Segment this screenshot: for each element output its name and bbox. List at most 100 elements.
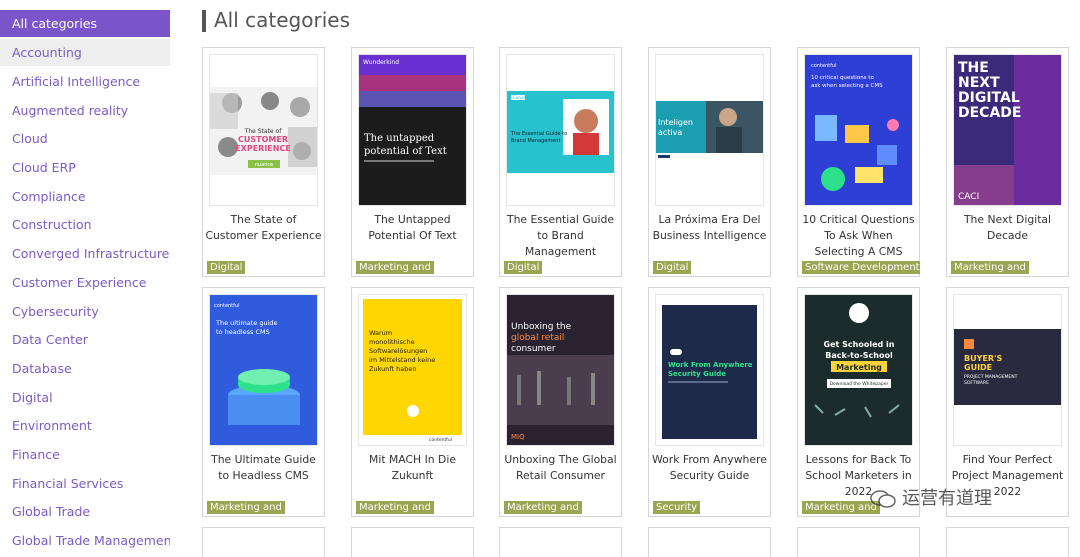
sidebar-item-global-trade[interactable]: Global Trade — [0, 498, 170, 525]
watermark-text: 运营有道理 — [902, 488, 992, 509]
sidebar-item-accounting[interactable]: Accounting — [0, 39, 170, 66]
sidebar-item-cybersecurity[interactable]: Cybersecurity — [0, 298, 170, 325]
resource-card[interactable]: Unboxing the global retail consumer MIQ … — [499, 287, 622, 517]
cover-line: NEXT — [958, 75, 1000, 91]
card-title[interactable]: Mit MACH In Die Zukunft — [354, 452, 471, 484]
category-tag[interactable]: Marketing and — [504, 501, 582, 514]
cover-line: Security Guide — [668, 370, 726, 378]
cover-line: Get Schooled in — [824, 340, 895, 349]
card-title[interactable]: The Next Digital Decade — [949, 212, 1066, 244]
cover-line: The ultimate guide — [215, 319, 278, 327]
cover-brand: nuance — [255, 162, 273, 168]
category-tag[interactable]: Digital — [207, 261, 246, 274]
cover-line: BUYER'S — [964, 354, 1002, 363]
cover-brand: CACI — [958, 192, 979, 202]
sidebar-item-artificial-intelligence[interactable]: Artificial Intelligence — [0, 68, 170, 95]
sidebar-item-environment[interactable]: Environment — [0, 412, 170, 439]
cover-image: contentful The ultimate guide to headles… — [209, 294, 318, 446]
cover-image: Warum monolithische Softwarelösungen im … — [358, 294, 467, 446]
category-tag[interactable]: Marketing and — [356, 261, 434, 274]
card-title[interactable]: The Essential Guide to Brand Management — [502, 212, 619, 260]
cover-image: The State of CUSTOMER EXPERIENCE nuance — [209, 54, 318, 206]
resource-card[interactable]: Inteligen activa La Próxima Era Del Busi… — [648, 47, 771, 277]
resource-card[interactable] — [946, 527, 1069, 557]
cover-brand: contentful — [811, 63, 836, 69]
category-tag[interactable]: Security — [653, 501, 701, 514]
sidebar-item-cloud-erp[interactable]: Cloud ERP — [0, 154, 170, 181]
wechat-icon — [870, 490, 896, 508]
cover-line: ask when selecting a CMS — [811, 83, 883, 89]
category-tag[interactable]: Marketing and — [802, 501, 880, 514]
cover-image: Wunderkind The untapped potential of Tex… — [358, 54, 467, 206]
cover-line: Inteligen — [658, 118, 693, 127]
resource-card[interactable]: Canva The Essential Guide to Brand Manag… — [499, 47, 622, 277]
cover-line: SOFTWARE — [964, 380, 989, 386]
sidebar-item-compliance[interactable]: Compliance — [0, 183, 170, 210]
category-tag[interactable]: Marketing and — [951, 261, 1029, 274]
sidebar-item-data-center[interactable]: Data Center — [0, 326, 170, 353]
resource-card[interactable]: contentful 10 critical questions to ask … — [797, 47, 920, 277]
cover-line: GUIDE — [964, 363, 992, 372]
card-title[interactable]: Work From Anywhere Security Guide — [651, 452, 768, 484]
category-tag[interactable]: Marketing and — [356, 501, 434, 514]
cover-line: consumer — [511, 344, 556, 354]
sidebar-item-finance[interactable]: Finance — [0, 441, 170, 468]
resource-card[interactable] — [797, 527, 920, 557]
cover-image: Unboxing the global retail consumer MIQ — [506, 294, 615, 446]
sidebar-item-cloud[interactable]: Cloud — [0, 125, 170, 152]
resource-card[interactable] — [499, 527, 622, 557]
sidebar-item-construction[interactable]: Construction — [0, 211, 170, 238]
watermark: 运营有道理 — [870, 484, 992, 510]
category-tag[interactable]: Marketing and — [207, 501, 285, 514]
resource-card[interactable]: The State of CUSTOMER EXPERIENCE nuance … — [202, 47, 325, 277]
cover-line: Warum — [369, 329, 392, 337]
sidebar-item-financial-services[interactable]: Financial Services — [0, 470, 170, 497]
resource-card[interactable]: contentful The ultimate guide to headles… — [202, 287, 325, 517]
resource-card[interactable]: Work From Anywhere Security Guide Work F… — [648, 287, 771, 517]
cover-brand: Wunderkind — [363, 59, 399, 66]
cover-line: Softwarelösungen — [369, 347, 427, 355]
card-title[interactable]: 10 Critical Questions To Ask When Select… — [800, 212, 917, 260]
resource-card[interactable]: Wunderkind The untapped potential of Tex… — [351, 47, 474, 277]
resource-card[interactable]: Get Schooled in Back-to-School Marketing… — [797, 287, 920, 517]
cover-line: CUSTOMER — [238, 135, 288, 144]
resource-card[interactable] — [648, 527, 771, 557]
cover-line: im Mittelstand keine — [369, 356, 435, 364]
resource-card[interactable]: THE NEXT DIGITAL DECADE CACI The Next Di… — [946, 47, 1069, 277]
cover-line: PROJECT MANAGEMENT — [964, 374, 1018, 380]
category-tag[interactable]: Software Development — [802, 261, 920, 274]
sidebar-item-digital[interactable]: Digital — [0, 384, 170, 411]
card-title[interactable]: La Próxima Era Del Business Intelligence — [651, 212, 768, 244]
cover-line: global retail — [511, 333, 564, 343]
cover-line: Work From Anywhere — [668, 361, 753, 369]
resource-card[interactable]: BUYER'S GUIDE PROJECT MANAGEMENT SOFTWAR… — [946, 287, 1069, 517]
cover-line: EXPERIENCE — [235, 144, 291, 153]
sidebar-item-augmented-reality[interactable]: Augmented reality — [0, 97, 170, 124]
cover-line: to headless CMS — [216, 328, 270, 336]
resource-card[interactable] — [351, 527, 474, 557]
category-sidebar: All categories Accounting Artificial Int… — [0, 0, 170, 548]
category-tag[interactable]: Digital — [504, 261, 543, 274]
cover-line: The untapped — [364, 133, 435, 144]
sidebar-item-all-categories[interactable]: All categories — [0, 10, 170, 37]
cover-image: contentful 10 critical questions to ask … — [804, 54, 913, 206]
card-title[interactable]: The Ultimate Guide to Headless CMS — [205, 452, 322, 484]
cover-line: potential of Text — [364, 146, 447, 157]
category-tag[interactable]: Digital — [653, 261, 692, 274]
sidebar-item-database[interactable]: Database — [0, 355, 170, 382]
resource-card[interactable]: Warum monolithische Softwarelösungen im … — [351, 287, 474, 517]
card-title[interactable]: The State of Customer Experience — [205, 212, 322, 244]
page-title: All categories — [214, 8, 350, 32]
cover-line: DECADE — [958, 105, 1021, 121]
title-accent-bar — [202, 10, 206, 32]
resource-card[interactable] — [202, 527, 325, 557]
cover-line: Back-to-School — [825, 351, 893, 360]
sidebar-item-global-trade-management[interactable]: Global Trade Management — [0, 527, 170, 554]
card-title[interactable]: The Untapped Potential Of Text — [354, 212, 471, 244]
cover-line: Zukunft haben — [369, 365, 417, 373]
sidebar-item-customer-experience[interactable]: Customer Experience — [0, 269, 170, 296]
sidebar-item-converged-infrastructure[interactable]: Converged Infrastructure — [0, 240, 170, 267]
cover-line: The Essential Guide to — [510, 131, 567, 137]
card-title[interactable]: Unboxing The Global Retail Consumer — [502, 452, 619, 484]
cover-image: Canva The Essential Guide to Brand Manag… — [506, 54, 615, 206]
